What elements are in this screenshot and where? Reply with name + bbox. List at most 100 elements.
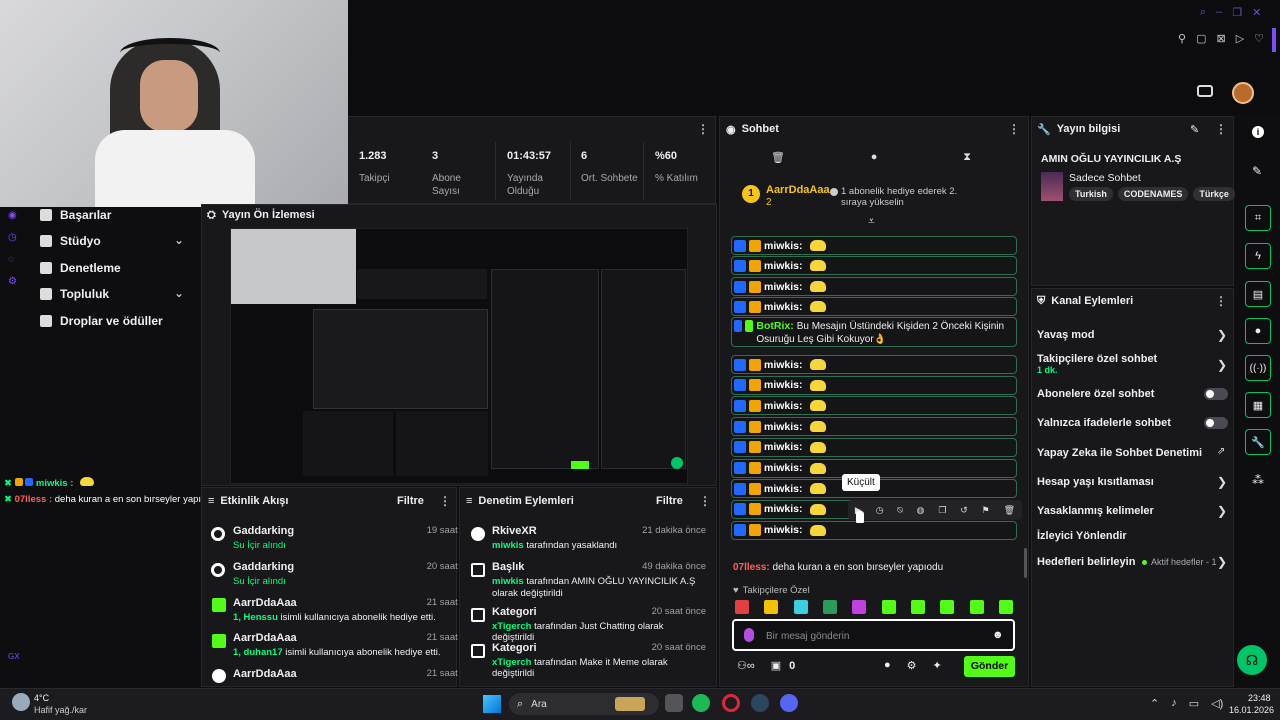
channel-actions-menu-button[interactable]: ⋮ — [1215, 294, 1227, 308]
speech-icon[interactable]: ● — [871, 151, 878, 164]
chat-scrollbar[interactable] — [1024, 548, 1027, 578]
emoji-icon[interactable]: ☻ — [992, 629, 1004, 641]
spotify-icon[interactable] — [692, 694, 710, 712]
chat-message[interactable]: miwkis: — [731, 277, 1017, 296]
extensions-icon[interactable]: ⁂ — [1252, 473, 1264, 487]
gear-icon[interactable]: ⚙ — [907, 659, 917, 672]
pinned-user[interactable]: AarrDdaAaa — [766, 184, 830, 196]
stream-preview[interactable] — [230, 228, 688, 484]
clock-time[interactable]: 23:48 — [1248, 693, 1271, 703]
hourglass-icon[interactable]: ⧗ — [963, 151, 971, 164]
category-name[interactable]: Sadece Sohbet — [1069, 172, 1141, 184]
collapse-icon[interactable]: ⩡ — [868, 214, 875, 229]
chat-user[interactable]: BotRix: — [756, 320, 793, 332]
puzzle-icon[interactable]: ✦ — [933, 659, 942, 672]
action-followers-only[interactable]: Takipçilere özel sohbet — [1037, 353, 1227, 365]
chat-user[interactable]: miwkis: — [764, 301, 803, 313]
chat-user[interactable]: miwkis: — [764, 524, 803, 536]
nav-studio[interactable]: Stüdyo — [40, 234, 101, 248]
chat-input-box[interactable]: Bir mesaj gönderin ☻ — [732, 619, 1015, 651]
chat-message[interactable]: miwkis: — [731, 396, 1017, 416]
chat-user[interactable]: miwkis: — [764, 483, 803, 495]
chat-user[interactable]: miwkis: — [764, 281, 803, 293]
chevron-right-icon[interactable]: ❯ — [1217, 504, 1227, 518]
activity-filter-button[interactable]: Filtre — [397, 495, 424, 507]
mic-icon[interactable] — [744, 628, 754, 642]
play-icon[interactable]: ▷ — [1236, 32, 1244, 45]
volume-icon[interactable]: ◁) — [1211, 697, 1223, 710]
chat-user[interactable]: miwkis: — [764, 441, 803, 453]
undo-icon[interactable]: ↺ — [960, 505, 968, 516]
display-icon[interactable]: ▭ — [1189, 697, 1199, 710]
restore-icon[interactable]: ❐ — [1232, 6, 1242, 20]
discord-icon[interactable] — [780, 694, 798, 712]
support-button[interactable]: ☊ — [1237, 645, 1267, 675]
emote-icon[interactable] — [969, 600, 984, 614]
chat-user[interactable]: miwkis: — [764, 400, 803, 412]
delete-icon[interactable]: 🗑 — [1004, 505, 1015, 516]
pencil-icon[interactable]: ✎ — [1252, 164, 1262, 178]
action-goals[interactable]: Hedefleri belirleyin — [1037, 556, 1137, 568]
chat-user[interactable]: miwkis: — [764, 421, 803, 433]
emote-icon[interactable] — [822, 600, 837, 614]
gift-box-icon[interactable]: ▣ — [771, 659, 781, 672]
sidebar-notes-button[interactable]: ▤ — [1245, 281, 1271, 307]
emote-only-toggle[interactable] — [1204, 417, 1228, 429]
chevron-right-icon[interactable]: ❯ — [1217, 475, 1227, 489]
mask-icon[interactable] — [1197, 85, 1213, 97]
chat-bubble-icon[interactable]: ● — [884, 659, 891, 672]
emote-icon[interactable] — [852, 600, 867, 614]
info-icon[interactable]: i — [1252, 126, 1264, 138]
stream-info-menu-button[interactable]: ⋮ — [1215, 122, 1227, 136]
chat-user[interactable]: miwkis: — [764, 462, 803, 474]
sidebar-broadcast-button[interactable]: ((·)) — [1245, 355, 1271, 381]
action-ai-moderation[interactable]: Yapay Zeka ile Sohbet Denetimi — [1037, 447, 1227, 459]
emote-icon[interactable] — [940, 600, 955, 614]
chat-user[interactable]: miwkis: — [764, 359, 803, 371]
chat-menu-button[interactable]: ⋮ — [1008, 122, 1020, 136]
chat-message[interactable]: miwkis: — [731, 256, 1017, 275]
avatar[interactable] — [1232, 82, 1254, 104]
chat-message[interactable]: miwkis: — [731, 375, 1017, 395]
chat-user[interactable]: miwkis: — [764, 240, 803, 252]
action-banned-words[interactable]: Yasaklanmış kelimeler — [1037, 505, 1227, 517]
rail-clock-icon[interactable]: ◷ — [8, 227, 17, 249]
sidebar-wrench-button[interactable]: 🔧 — [1245, 429, 1271, 455]
chevron-up-icon[interactable]: ⌃ — [1150, 697, 1159, 710]
cancel-icon[interactable]: ⊠ — [1216, 32, 1225, 45]
emote-icon[interactable] — [998, 600, 1013, 614]
activity-menu-button[interactable]: ⋮ — [439, 494, 451, 508]
people-icon[interactable]: ⚇∞ — [737, 659, 755, 672]
chat-message[interactable]: miwkis: — [731, 520, 1017, 540]
crop-icon[interactable]: ▢ — [1196, 32, 1206, 45]
steam-icon[interactable] — [751, 694, 769, 712]
hide-icon[interactable]: ⍉ — [897, 505, 902, 516]
emote-icon[interactable] — [910, 600, 925, 614]
emote-icon[interactable] — [881, 600, 896, 614]
chevron-down-icon[interactable]: ⌄ — [174, 233, 184, 247]
subscribers-only-toggle[interactable] — [1204, 388, 1228, 400]
chevron-right-icon[interactable]: ❯ — [1217, 555, 1227, 569]
nav-drops[interactable]: Droplar ve ödüller — [40, 314, 163, 328]
tag[interactable]: Türkçe — [1193, 187, 1235, 201]
external-link-icon[interactable]: ⇗ — [1217, 446, 1225, 457]
emote-icon[interactable] — [764, 600, 779, 614]
chat-message[interactable]: BotRix: Bu Mesajın Üstündeki Kişiden 2 Ön… — [731, 317, 1017, 347]
pin-message-icon[interactable]: ⚑ — [982, 505, 990, 516]
search-icon[interactable]: ⌕ — [1200, 6, 1206, 20]
rail-gear-icon[interactable]: ⚙ — [8, 271, 17, 293]
nav-community[interactable]: Topluluk — [40, 287, 109, 301]
sidebar-layout-button[interactable]: ▦ — [1245, 392, 1271, 418]
action-raid[interactable]: İzleyici Yönlendir — [1037, 530, 1227, 542]
tag[interactable]: Turkish — [1069, 187, 1113, 201]
nav-achievements[interactable]: Başarılar — [40, 208, 111, 222]
taskbar-search[interactable]: ⌕ Ara — [509, 693, 659, 715]
sidebar-frame-button[interactable]: ⌗ — [1245, 205, 1271, 231]
action-emote-only[interactable]: Yalnızca ifadelerle sohbet — [1037, 417, 1227, 429]
send-button[interactable]: Gönder — [964, 656, 1015, 677]
chat-message[interactable]: miwkis: — [731, 355, 1017, 374]
trash-icon[interactable]: 🗑 — [771, 151, 785, 164]
chevron-down-icon[interactable]: ⌄ — [174, 286, 184, 300]
chat-user[interactable]: miwkis: — [764, 503, 803, 515]
copy-icon[interactable]: ❐ — [938, 505, 946, 516]
